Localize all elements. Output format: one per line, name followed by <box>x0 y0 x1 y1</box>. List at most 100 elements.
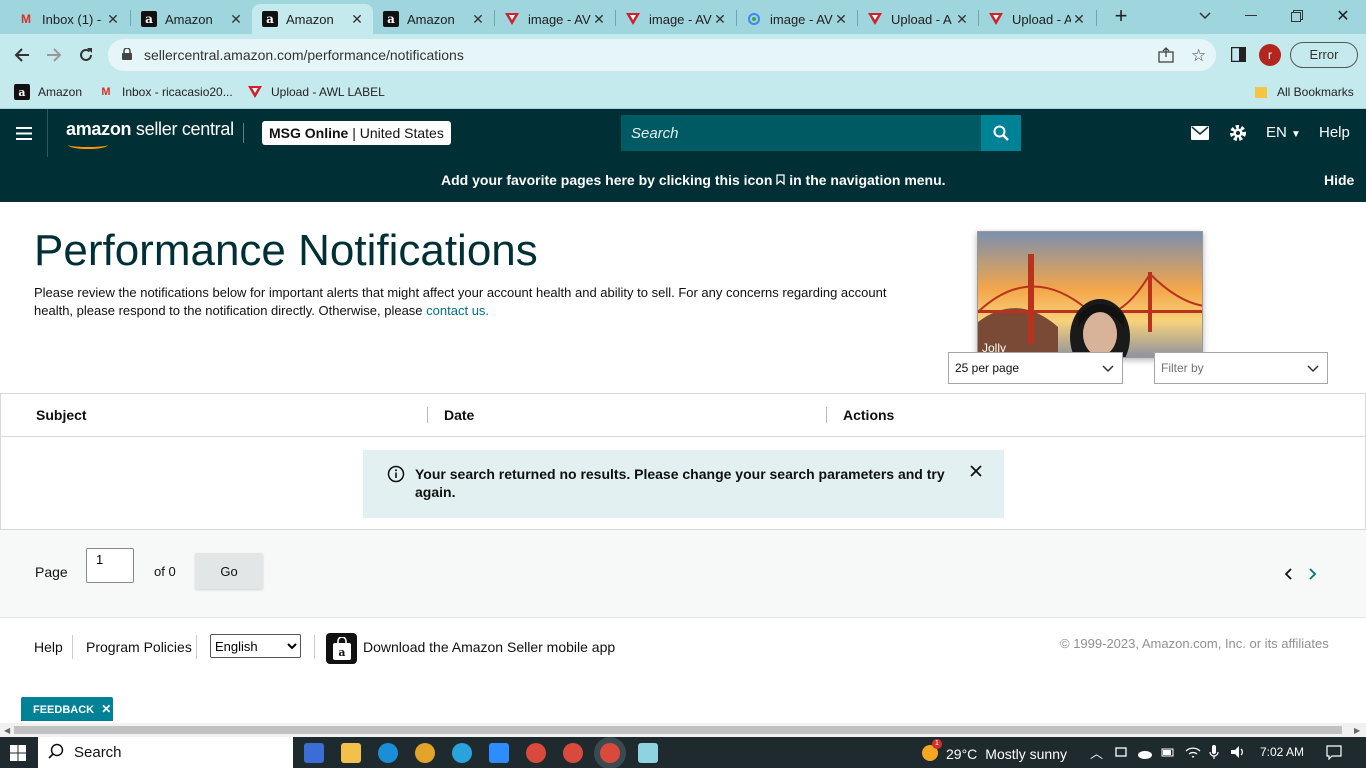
profile-avatar[interactable]: r <box>1259 44 1281 66</box>
amazon-icon: a <box>262 11 278 27</box>
column-date[interactable]: Date <box>444 407 474 423</box>
chevron-left-icon[interactable] <box>1283 567 1293 586</box>
chrome-active-icon[interactable] <box>600 743 620 763</box>
browser-tab-active[interactable]: a Amazon ✕ <box>252 4 373 34</box>
close-tab-icon[interactable]: ✕ <box>228 11 244 28</box>
mail-icon[interactable] <box>1191 126 1209 145</box>
scrollbar-thumb[interactable] <box>14 726 1342 734</box>
scroll-left-icon[interactable]: ◀ <box>4 726 10 735</box>
tab-search-icon[interactable] <box>1182 0 1228 32</box>
page-number-input[interactable] <box>86 548 134 583</box>
address-bar[interactable]: sellercentral.amazon.com/performance/not… <box>108 39 1216 71</box>
close-tab-icon[interactable]: ✕ <box>1071 11 1087 28</box>
hide-banner-button[interactable]: Hide <box>1324 172 1354 188</box>
close-tab-icon[interactable]: ✕ <box>105 11 121 28</box>
account-region: United States <box>359 125 444 141</box>
close-tab-icon[interactable]: ✕ <box>954 11 970 28</box>
forward-icon[interactable] <box>38 34 70 76</box>
hamburger-menu-icon[interactable] <box>0 109 48 157</box>
chrome-profile-icon[interactable] <box>526 743 546 763</box>
browser-tab[interactable]: a Amazon ✕ <box>131 4 252 34</box>
help-link[interactable]: Help <box>1319 124 1350 141</box>
all-bookmarks[interactable]: All Bookmarks <box>1253 82 1354 102</box>
gear-icon[interactable] <box>1228 123 1248 148</box>
chevron-down-icon <box>1307 362 1319 376</box>
meet-now-icon[interactable] <box>1115 745 1129 764</box>
task-view-icon[interactable] <box>304 743 324 763</box>
onedrive-icon[interactable] <box>1137 746 1153 764</box>
notifications-icon[interactable] <box>1326 745 1342 765</box>
browser-tab[interactable]: Upload - A ✕ <box>857 4 978 34</box>
horizontal-scrollbar[interactable]: ◀ ▶ <box>0 723 1366 737</box>
chevron-down-icon <box>1102 362 1114 376</box>
edge-icon[interactable] <box>378 743 398 763</box>
amazon-seller-app-icon[interactable]: a <box>326 633 357 664</box>
seller-central-logo[interactable]: amazon seller central <box>66 119 234 149</box>
lock-icon <box>122 46 132 63</box>
file-explorer-icon[interactable] <box>341 743 361 763</box>
browser-tab[interactable]: image - AV ✕ <box>736 4 857 34</box>
scroll-right-icon[interactable]: ▶ <box>1354 726 1360 735</box>
share-icon[interactable] <box>1158 47 1174 66</box>
microphone-icon[interactable] <box>1209 745 1219 765</box>
windows-start-icon[interactable] <box>10 745 26 766</box>
browser-tab[interactable]: image - AV ✕ <box>494 4 615 34</box>
go-button[interactable]: Go <box>195 553 263 589</box>
wifi-icon[interactable] <box>1185 745 1201 764</box>
reload-icon[interactable] <box>70 34 102 76</box>
close-tab-icon[interactable]: ✕ <box>349 11 365 28</box>
search-input[interactable] <box>621 115 981 151</box>
close-tab-icon[interactable]: ✕ <box>591 11 607 28</box>
bookmark-star-icon[interactable]: ☆ <box>1191 46 1206 66</box>
restore-icon[interactable] <box>1274 0 1320 32</box>
new-tab-icon[interactable]: + <box>1098 0 1144 32</box>
program-policies-link[interactable]: Program Policies <box>86 639 192 655</box>
tab-title: image - AV <box>649 11 712 27</box>
close-icon[interactable]: ✕ <box>101 702 111 716</box>
footer-language-select[interactable]: English <box>210 634 301 658</box>
chevron-right-icon[interactable] <box>1308 567 1318 586</box>
banner-text: Add your favorite pages here by clicking… <box>441 172 773 188</box>
feedback-button[interactable]: FEEDBACK ✕ <box>21 697 113 721</box>
browser-tab[interactable]: M Inbox (1) - ✕ <box>8 4 129 34</box>
system-clock[interactable]: 7:02 AM <box>1260 745 1304 759</box>
close-window-icon[interactable]: ✕ <box>1320 0 1366 32</box>
column-subject[interactable]: Subject <box>36 407 87 423</box>
download-app-link[interactable]: Download the Amazon Seller mobile app <box>363 639 615 655</box>
side-panel-icon[interactable] <box>1230 46 1247 67</box>
notepad-icon[interactable] <box>638 743 658 763</box>
account-switcher[interactable]: MSG Online | United States <box>262 121 451 145</box>
zoom-icon[interactable] <box>489 743 509 763</box>
bookmark-inbox[interactable]: M Inbox - ricacasio20... <box>98 82 232 102</box>
browser-tab[interactable]: Upload - A ✕ <box>978 4 1095 34</box>
volume-icon[interactable] <box>1230 745 1246 764</box>
weather-widget[interactable]: 1 29°C Mostly sunny <box>920 739 1067 764</box>
per-page-value: 25 per page <box>955 361 1020 375</box>
telegram-icon[interactable] <box>452 743 472 763</box>
per-page-select[interactable]: 25 per page <box>948 352 1123 384</box>
filter-select[interactable]: Filter by <box>1154 352 1328 384</box>
browser-tab[interactable]: image - AV ✕ <box>615 4 736 34</box>
bookmark-upload[interactable]: Upload - AWL LABEL <box>247 82 385 102</box>
battery-icon[interactable] <box>1161 745 1175 764</box>
chrome-profile-icon[interactable] <box>563 743 583 763</box>
close-tab-icon[interactable]: ✕ <box>470 11 486 28</box>
taskbar-search[interactable]: Search <box>38 737 293 768</box>
search-icon[interactable] <box>981 115 1021 151</box>
video-call-overlay[interactable]: Jolly <box>977 231 1203 358</box>
tab-title: Amazon <box>286 11 334 27</box>
chevron-up-icon[interactable]: ︿ <box>1090 743 1103 762</box>
amazon-icon: a <box>141 11 157 27</box>
footer-help-link[interactable]: Help <box>34 639 63 655</box>
browser-tab[interactable]: a Amazon ✕ <box>373 4 494 34</box>
language-selector[interactable]: EN ▼ <box>1266 124 1301 141</box>
bookmark-amazon[interactable]: a Amazon <box>14 82 82 102</box>
minimize-icon[interactable] <box>1228 0 1274 32</box>
error-button[interactable]: Error <box>1290 42 1358 68</box>
close-tab-icon[interactable]: ✕ <box>712 11 728 28</box>
contact-us-link[interactable]: contact us. <box>426 303 489 318</box>
chrome-icon[interactable] <box>415 743 435 763</box>
back-icon[interactable] <box>6 34 38 76</box>
close-icon[interactable] <box>969 464 983 483</box>
close-tab-icon[interactable]: ✕ <box>833 11 849 28</box>
